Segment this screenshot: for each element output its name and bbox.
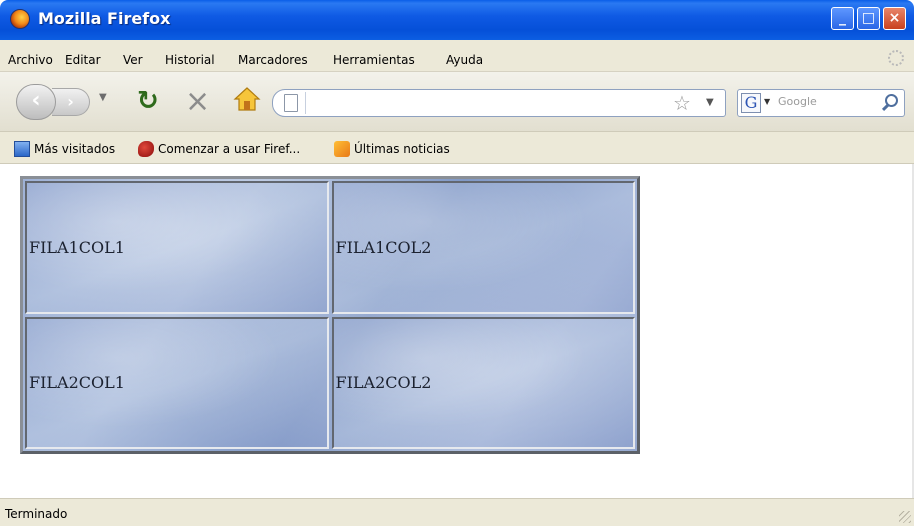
page-icon xyxy=(284,94,298,112)
rss-feed-icon xyxy=(334,141,350,157)
table-cell: FILA2COL2 xyxy=(331,316,635,449)
forward-arrow-icon: › xyxy=(67,92,74,111)
search-engine-dropdown-icon[interactable]: ▼ xyxy=(764,97,770,106)
search-box[interactable]: G ▼ xyxy=(737,89,905,117)
most-visited-icon xyxy=(14,141,30,157)
activity-throbber-icon xyxy=(888,50,904,66)
url-dropdown-icon[interactable]: ▼ xyxy=(706,97,714,108)
forward-button[interactable]: › xyxy=(52,88,90,116)
bookmark-label: Más visitados xyxy=(34,142,116,156)
maximize-button[interactable]: □ xyxy=(857,7,880,30)
window-title: Mozilla Firefox xyxy=(38,9,171,28)
menu-archivo[interactable]: Archivo xyxy=(8,53,53,67)
search-engine-icon[interactable]: G xyxy=(741,93,761,113)
table-cell: FILA1COL2 xyxy=(331,181,635,314)
table-cell: FILA2COL1 xyxy=(25,316,329,449)
bookmark-star-icon[interactable]: ☆ xyxy=(673,91,691,115)
menu-ver[interactable]: Ver xyxy=(123,53,143,67)
data-table: FILA1COL1 FILA1COL2 FILA2COL1 FILA2COL2 xyxy=(20,176,640,454)
close-button[interactable]: × xyxy=(883,7,906,30)
firefox-logo-icon xyxy=(10,9,30,29)
minimize-icon: _ xyxy=(839,10,846,26)
bookmark-latest-news[interactable]: Últimas noticias xyxy=(334,141,450,157)
bookmark-label: Comenzar a usar Firef... xyxy=(158,142,301,156)
getting-started-icon xyxy=(138,141,154,157)
menu-marcadores[interactable]: Marcadores xyxy=(238,53,308,67)
maximize-icon: □ xyxy=(861,10,876,26)
page-content: FILA1COL1 FILA1COL2 FILA2COL1 FILA2COL2 xyxy=(0,164,914,498)
window-title-bar[interactable]: Mozilla Firefox _ □ × xyxy=(0,0,914,40)
bookmark-label: Últimas noticias xyxy=(354,142,450,156)
back-button[interactable]: ‹ xyxy=(16,84,56,120)
menu-herramientas[interactable]: Herramientas xyxy=(333,53,415,67)
minimize-button[interactable]: _ xyxy=(831,7,854,30)
back-arrow-icon: ‹ xyxy=(31,88,41,113)
history-dropdown-icon[interactable]: ▼ xyxy=(99,92,107,103)
bookmark-most-visited[interactable]: Más visitados xyxy=(14,141,115,157)
home-icon[interactable] xyxy=(233,86,261,112)
navigation-toolbar: › ‹ ▼ ↻ × ☆ ▼ G ▼ xyxy=(0,72,914,132)
status-text: Terminado xyxy=(5,507,68,521)
url-bar[interactable]: ☆ ▼ xyxy=(272,89,726,117)
resize-grip-icon[interactable] xyxy=(899,511,911,523)
bookmarks-toolbar: Más visitados Comenzar a usar Firef... Ú… xyxy=(0,132,914,164)
search-icon[interactable] xyxy=(885,94,898,107)
close-icon: × xyxy=(888,10,901,26)
table-cell: FILA1COL1 xyxy=(25,181,329,314)
reload-icon[interactable]: ↻ xyxy=(137,86,159,116)
bookmark-getting-started[interactable]: Comenzar a usar Firef... xyxy=(138,141,300,157)
menu-historial[interactable]: Historial xyxy=(165,53,215,67)
urlbar-separator xyxy=(305,92,306,114)
menu-bar: Archivo Editar Ver Historial Marcadores … xyxy=(0,40,914,72)
stop-icon[interactable]: × xyxy=(185,84,210,119)
menu-ayuda[interactable]: Ayuda xyxy=(446,53,483,67)
menu-editar[interactable]: Editar xyxy=(65,53,101,67)
search-input[interactable] xyxy=(778,95,878,108)
status-bar: Terminado xyxy=(0,498,914,526)
